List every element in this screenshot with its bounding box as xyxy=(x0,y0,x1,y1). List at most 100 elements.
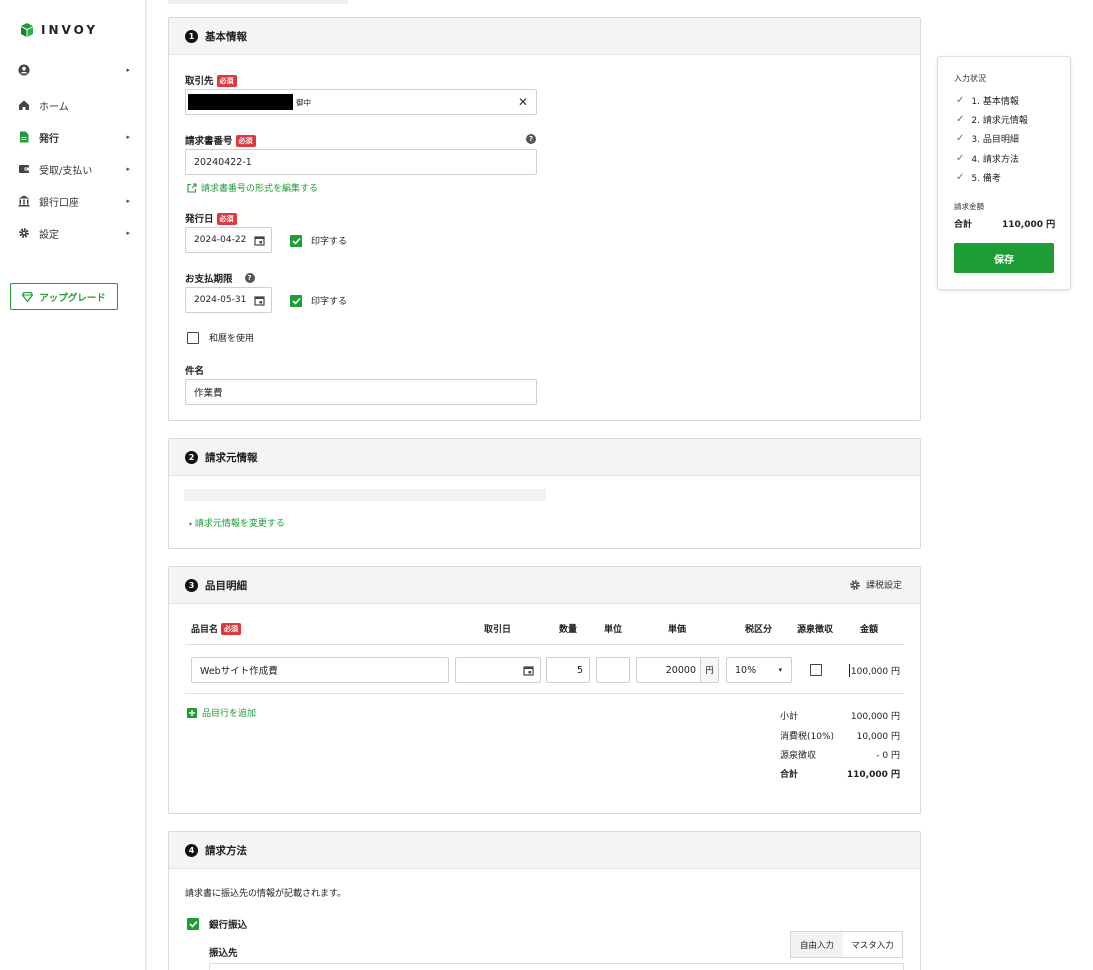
help-icon[interactable]: ? xyxy=(244,273,255,283)
input-status-panel: 入力状況 ✓ 1. 基本情報 ✓ 2. 請求元情報 ✓ 3. 品目明細 ✓ 4. 請求方… xyxy=(937,56,1071,290)
change-issuer-link-text: 請求元情報を変更する xyxy=(194,519,285,529)
total-value: 110,000 円 xyxy=(846,770,900,780)
section-header: 1 基本情報 xyxy=(169,18,920,55)
bank-transfer-label: 銀行振込 xyxy=(209,920,248,931)
home-icon xyxy=(19,100,29,110)
change-issuer-link[interactable]: ▾ 請求元情報を変更する xyxy=(189,516,285,529)
col-withholding: 源泉徴収 xyxy=(797,625,834,635)
edit-number-format-link[interactable]: 請求書番号の形式を編集する xyxy=(187,181,318,194)
client-field[interactable]: 御中 ✕ xyxy=(185,89,537,115)
triangle-down-icon: ▾ xyxy=(189,521,193,528)
transfer-destination-label: 振込先 xyxy=(209,948,238,959)
issue-date-print-toggle[interactable]: 印字する xyxy=(290,234,347,247)
check-icon xyxy=(291,297,301,305)
status-step-5[interactable]: ✓ 5. 備考 xyxy=(956,171,1001,184)
invoice-number-label: 請求書番号 必須 xyxy=(185,133,256,147)
item-name-input[interactable]: Webサイト作成費 xyxy=(191,657,449,683)
section-title: 請求方法 xyxy=(205,844,247,857)
status-step-label: 2. 請求元情報 xyxy=(971,116,1028,126)
sidebar-item-label: ホーム xyxy=(39,101,69,113)
help-icon[interactable]: ? xyxy=(526,134,536,144)
logo[interactable]: INVOY xyxy=(19,22,98,38)
sidebar-item-bank[interactable]: 銀行口座 ▸ xyxy=(18,192,134,210)
sidebar-item-issue[interactable]: 発行 ▸ xyxy=(18,128,134,146)
issuer-info-placeholder xyxy=(184,489,546,501)
checkbox-unchecked[interactable] xyxy=(187,331,199,344)
item-unit-input[interactable] xyxy=(596,657,630,683)
tax-settings-label: 課税設定 xyxy=(865,581,902,591)
item-name-value: Webサイト作成費 xyxy=(200,666,278,677)
issuer-info-section: 2 請求元情報 ▾ 請求元情報を変更する xyxy=(168,438,921,549)
item-date-input[interactable] xyxy=(455,657,541,683)
main-content: 1 基本情報 取引先 必須 御中 ✕ 請求書番号 必須 ? 20240422-1 請… xyxy=(146,0,1093,970)
due-date-input[interactable]: 2024-05-31 xyxy=(185,287,272,313)
issue-date-input[interactable]: 2024-04-22 xyxy=(185,227,272,253)
tax-value: 10,000 円 xyxy=(856,732,900,742)
document-icon xyxy=(20,131,29,143)
tab-free-input[interactable]: 自由入力 xyxy=(790,931,844,958)
section-number: 4 xyxy=(185,843,198,857)
issue-date-label-text: 発行日 xyxy=(185,214,214,225)
subtotal-value: 100,000 円 xyxy=(850,712,900,722)
print-label: 印字する xyxy=(311,297,348,307)
add-item-row-button[interactable]: 品目行を追加 xyxy=(187,706,256,719)
check-icon xyxy=(291,237,301,245)
checkbox-checked[interactable] xyxy=(290,294,302,307)
due-date-label: お支払期限 ? xyxy=(185,271,255,285)
upgrade-button[interactable]: アップグレード xyxy=(10,283,118,310)
invoice-number-label-text: 請求書番号 xyxy=(185,136,233,147)
tax-category-select[interactable]: 10% ▾ xyxy=(726,657,792,683)
tax-settings-button[interactable]: 課税設定 xyxy=(849,578,902,591)
chevron-right-icon: ▸ xyxy=(126,66,130,74)
status-step-1[interactable]: ✓ 1. 基本情報 xyxy=(956,94,1019,107)
sidebar-item-home[interactable]: ホーム xyxy=(18,96,134,114)
sidebar-item-account[interactable]: ▸ xyxy=(18,61,134,79)
gear-icon xyxy=(850,579,860,590)
subject-value: 作業費 xyxy=(194,388,223,399)
yen-addon: 円 xyxy=(700,658,718,682)
due-date-print-toggle[interactable]: 印字する xyxy=(290,294,347,307)
status-step-label: 1. 基本情報 xyxy=(971,97,1019,107)
withholding-value: - 0 円 xyxy=(876,751,900,761)
col-amount: 金額 xyxy=(860,625,879,635)
status-step-label: 4. 請求方法 xyxy=(971,155,1019,165)
status-step-label: 5. 備考 xyxy=(971,174,1001,184)
bank-transfer-toggle[interactable]: 銀行振込 xyxy=(187,917,247,931)
invoice-number-input[interactable]: 20240422-1 xyxy=(185,149,537,175)
section-header: 4 請求方法 xyxy=(169,832,920,869)
check-icon: ✓ xyxy=(956,95,965,106)
items-section: 3 品目明細 課税設定 品目名 必須 取引日 数量 単位 単価 税区分 源泉徴収 … xyxy=(168,566,921,814)
calendar-icon[interactable] xyxy=(254,295,265,306)
save-button[interactable]: 保存 xyxy=(954,243,1054,273)
wareki-toggle[interactable]: 和暦を使用 xyxy=(187,331,254,344)
check-icon: ✓ xyxy=(956,133,965,144)
due-date-label-text: お支払期限 xyxy=(185,274,233,285)
subject-input[interactable]: 作業費 xyxy=(185,379,537,405)
tab-master-input[interactable]: マスタ入力 xyxy=(843,931,903,958)
status-step-2[interactable]: ✓ 2. 請求元情報 xyxy=(956,113,1028,126)
item-qty-input[interactable]: 5 xyxy=(546,657,590,683)
status-step-3[interactable]: ✓ 3. 品目明細 xyxy=(956,132,1019,145)
clear-icon[interactable]: ✕ xyxy=(518,95,528,109)
basic-info-section: 1 基本情報 取引先 必須 御中 ✕ 請求書番号 必須 ? 20240422-1 請… xyxy=(168,17,921,421)
section-header: 2 請求元情報 xyxy=(169,439,920,476)
plus-square-icon xyxy=(187,707,197,718)
transfer-destination-field[interactable] xyxy=(209,963,904,970)
status-step-4[interactable]: ✓ 4. 請求方法 xyxy=(956,152,1019,165)
logo-icon xyxy=(21,23,33,37)
chevron-right-icon: ▸ xyxy=(126,197,130,205)
calendar-icon[interactable] xyxy=(254,235,265,246)
item-amount: 100,000 円 xyxy=(848,664,900,677)
checkbox-checked[interactable] xyxy=(187,918,199,930)
item-price-input[interactable]: 20000 円 xyxy=(636,657,719,683)
chevron-right-icon: ▸ xyxy=(126,133,130,141)
withholding-checkbox[interactable] xyxy=(810,664,822,676)
sidebar-item-label: 発行 xyxy=(39,133,59,145)
check-icon: ✓ xyxy=(956,153,965,164)
sidebar-item-settings[interactable]: 設定 ▸ xyxy=(18,224,134,242)
sidebar-item-receive-pay[interactable]: 受取/支払い ▸ xyxy=(18,160,134,178)
external-edit-icon xyxy=(187,182,197,193)
checkbox-checked[interactable] xyxy=(290,234,302,247)
client-label: 取引先 必須 xyxy=(185,73,237,87)
calendar-icon[interactable] xyxy=(523,665,534,676)
